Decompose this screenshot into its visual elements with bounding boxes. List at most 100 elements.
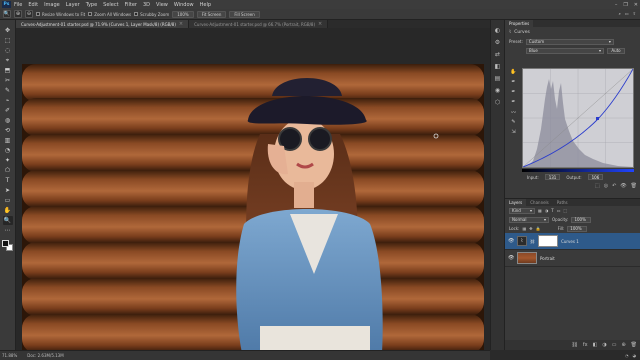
layer-kind-dropdown[interactable]: Kind ▾ bbox=[509, 207, 535, 214]
tab-layers[interactable]: Layers bbox=[505, 199, 527, 206]
history-brush-tool-icon[interactable]: ⟲ bbox=[3, 126, 13, 135]
eye-icon[interactable]: 👁 bbox=[508, 238, 514, 244]
document-tab-active[interactable]: Curves-Adjustment-01 starter.psd @ 71.9%… bbox=[16, 20, 190, 28]
lock-all-icon[interactable]: 🔒 bbox=[536, 226, 541, 231]
document-tab[interactable]: Curves-Adjustment-01 starter.psd @ 66.7%… bbox=[189, 20, 329, 28]
menu-layer[interactable]: Layer bbox=[66, 2, 80, 8]
new-group-icon[interactable]: ▭ bbox=[612, 342, 617, 348]
curves-graph[interactable] bbox=[522, 68, 634, 168]
eye-icon[interactable]: 👁 bbox=[508, 255, 514, 261]
menu-edit[interactable]: Edit bbox=[28, 2, 38, 8]
zoom-100-button[interactable]: 100% bbox=[172, 10, 194, 18]
add-mask-icon[interactable]: ◧ bbox=[593, 342, 598, 348]
scrubby-zoom-option[interactable]: Scrubby Zoom bbox=[134, 12, 169, 17]
view-previous-icon[interactable]: ◎ bbox=[604, 183, 608, 189]
preset-dropdown[interactable]: Custom ▾ bbox=[525, 38, 614, 45]
clip-to-layer-icon[interactable]: ⬚ bbox=[595, 183, 600, 189]
auto-button[interactable]: Auto bbox=[607, 47, 625, 54]
menu-file[interactable]: File bbox=[14, 2, 22, 8]
portrait-photo[interactable] bbox=[22, 64, 484, 350]
slice-tool-icon[interactable]: ✂ bbox=[3, 76, 13, 85]
eyedropper-tool-icon[interactable]: ✎ bbox=[3, 86, 13, 95]
menu-3d[interactable]: 3D bbox=[143, 2, 150, 8]
resize-windows-checkbox[interactable] bbox=[36, 12, 40, 16]
blend-mode-dropdown[interactable]: Normal ▾ bbox=[509, 216, 549, 223]
restore-icon[interactable]: ❐ bbox=[623, 2, 627, 8]
target-adjust-icon[interactable]: ✋ bbox=[509, 68, 518, 76]
brush-tool-icon[interactable]: ✐ bbox=[3, 106, 13, 115]
output-field[interactable]: 106 bbox=[587, 174, 604, 180]
tab-paths[interactable]: Paths bbox=[553, 199, 572, 206]
close-tab-icon[interactable]: × bbox=[179, 21, 183, 27]
filter-shape-icon[interactable]: ▭ bbox=[557, 208, 561, 213]
filter-adjust-icon[interactable]: ◑ bbox=[545, 208, 549, 213]
zoom-all-checkbox[interactable] bbox=[88, 12, 93, 16]
close-icon[interactable]: ✕ bbox=[634, 2, 638, 8]
blur-tool-icon[interactable]: ✦ bbox=[3, 156, 13, 165]
layer-name[interactable]: Curves 1 bbox=[561, 239, 579, 244]
document-info[interactable]: Doc: 2.63M/5.13M bbox=[27, 353, 63, 358]
zoom-all-option[interactable]: Zoom All Windows bbox=[88, 12, 131, 17]
filter-pixel-icon[interactable]: ▦ bbox=[538, 208, 542, 213]
gradient-tool-icon[interactable]: ◔ bbox=[3, 146, 13, 155]
link-layers-icon[interactable]: ⛓ bbox=[572, 342, 578, 348]
shapes-icon[interactable]: ⬡ bbox=[493, 98, 502, 107]
fit-screen-button[interactable]: Fit Screen bbox=[196, 10, 227, 18]
zoom-tool-icon[interactable]: 🔍 bbox=[2, 216, 13, 225]
lock-pixels-icon[interactable]: ▦ bbox=[522, 226, 526, 231]
menu-filter[interactable]: Filter bbox=[125, 2, 137, 8]
zoom-out-icon[interactable]: ⊖ bbox=[25, 10, 33, 18]
history-icon[interactable]: ◐ bbox=[493, 26, 502, 35]
path-select-tool-icon[interactable]: ➤ bbox=[3, 186, 13, 195]
menu-view[interactable]: View bbox=[156, 2, 168, 8]
color-swatches[interactable] bbox=[1, 240, 14, 252]
lasso-tool-icon[interactable]: ◌ bbox=[3, 46, 13, 55]
search-icon[interactable]: ⌕ bbox=[619, 11, 621, 16]
clone-stamp-tool-icon[interactable]: ◍ bbox=[3, 116, 13, 125]
zoom-level[interactable]: 71.88% bbox=[2, 353, 17, 358]
tab-properties[interactable]: Properties bbox=[505, 20, 534, 27]
eraser-tool-icon[interactable]: ▥ bbox=[3, 136, 13, 145]
more-tools-icon[interactable]: ⋯ bbox=[3, 226, 13, 235]
shape-tool-icon[interactable]: ▭ bbox=[3, 196, 13, 205]
zoom-tool-icon[interactable]: 🔍 bbox=[3, 10, 11, 18]
black-point-eyedropper-icon[interactable]: ✒ bbox=[509, 78, 518, 86]
menu-type[interactable]: Type bbox=[86, 2, 97, 8]
smooth-curve-icon[interactable]: ⇲ bbox=[509, 128, 518, 136]
filter-type-icon[interactable]: T bbox=[551, 208, 553, 213]
white-point-eyedropper-icon[interactable]: ✒ bbox=[509, 98, 518, 106]
new-adjustment-icon[interactable]: ◑ bbox=[602, 342, 606, 348]
input-field[interactable]: 131 bbox=[544, 174, 561, 180]
libraries-icon[interactable]: ▤ bbox=[493, 74, 502, 83]
settings-icon[interactable]: ⚙ bbox=[493, 38, 502, 47]
marquee-tool-icon[interactable]: ⬚ bbox=[3, 36, 13, 45]
layer-mask-thumbnail[interactable] bbox=[538, 235, 559, 247]
new-layer-icon[interactable]: ⊕ bbox=[621, 342, 625, 348]
minimize-icon[interactable]: – bbox=[615, 2, 618, 8]
menu-select[interactable]: Select bbox=[103, 2, 118, 8]
gray-point-eyedropper-icon[interactable]: ✒ bbox=[509, 88, 518, 96]
share-icon[interactable]: ⇪ bbox=[633, 11, 636, 16]
fill-field[interactable]: 100% bbox=[567, 225, 588, 232]
fill-screen-button[interactable]: Fill Screen bbox=[229, 10, 260, 18]
curve-point[interactable] bbox=[596, 117, 599, 120]
menu-help[interactable]: Help bbox=[200, 2, 211, 8]
type-tool-icon[interactable]: T bbox=[3, 176, 13, 185]
edit-points-icon[interactable]: 〰 bbox=[509, 108, 518, 116]
menu-window[interactable]: Window bbox=[174, 2, 194, 8]
visibility-icon[interactable]: 👁 bbox=[620, 183, 626, 189]
trash-icon[interactable]: 🗑 bbox=[631, 342, 637, 348]
scrubby-zoom-checkbox[interactable] bbox=[134, 12, 139, 16]
healing-tool-icon[interactable]: ⌁ bbox=[3, 96, 13, 105]
layer-row-curves[interactable]: 👁 ⌇ ⛓ Curves 1 bbox=[505, 233, 640, 250]
color-icon[interactable]: ◉ bbox=[493, 86, 502, 95]
workspace-icon[interactable]: ▭ bbox=[625, 11, 629, 16]
reset-icon[interactable]: ↶ bbox=[612, 183, 616, 189]
resize-windows-option[interactable]: Resize Windows to Fit bbox=[36, 12, 85, 17]
lock-move-icon[interactable]: ✥ bbox=[529, 226, 532, 231]
close-tab-icon[interactable]: × bbox=[318, 21, 322, 27]
channel-dropdown[interactable]: Blue ▾ bbox=[526, 47, 604, 54]
canvas-area[interactable] bbox=[16, 28, 490, 350]
swap-icon[interactable]: ⇄ bbox=[493, 50, 502, 59]
filter-smart-icon[interactable]: ⬚ bbox=[564, 208, 568, 213]
